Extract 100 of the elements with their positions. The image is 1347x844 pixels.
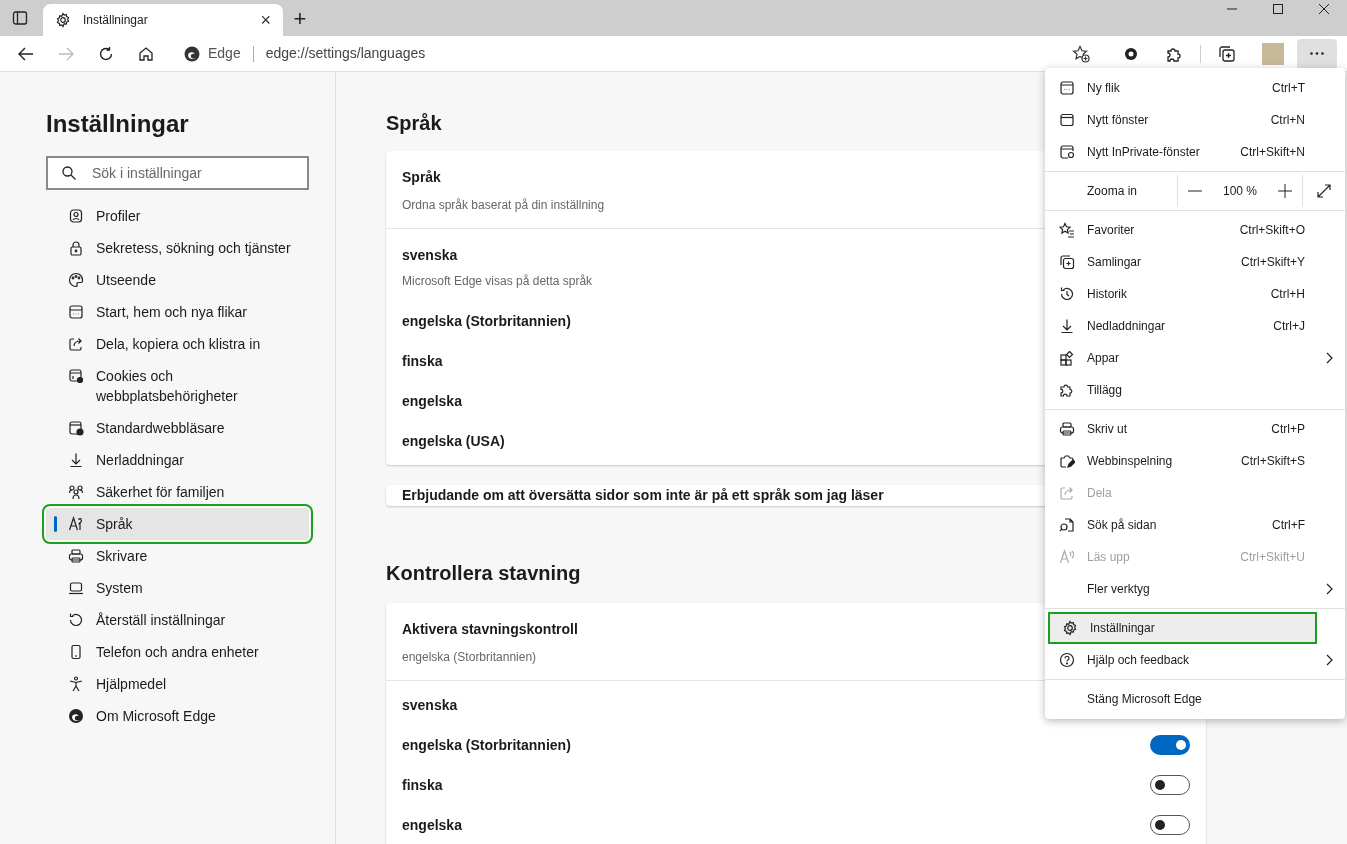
menu-item[interactable]: Sök på sidan Ctrl+F xyxy=(1045,509,1345,541)
browser-check-icon xyxy=(68,420,84,436)
collections-icon xyxy=(1059,254,1075,270)
language-name: engelska (USA) xyxy=(402,431,505,451)
phone-icon xyxy=(68,644,84,660)
url-text: edge://settings/languages xyxy=(265,44,427,63)
sidebar-item[interactable]: Nerladdningar xyxy=(46,444,309,476)
sidebar-item[interactable]: Utseende xyxy=(46,264,309,296)
section-heading: Språk xyxy=(386,111,442,136)
search-field[interactable]: Sök i inställningar xyxy=(46,156,309,190)
download-icon xyxy=(68,452,84,468)
profile-icon xyxy=(68,208,84,224)
menu-item-label: Zooma in xyxy=(1086,183,1139,200)
menu-item[interactable]: Hjälp och feedback xyxy=(1045,644,1345,676)
menu-item[interactable]: Tillägg xyxy=(1045,374,1345,406)
menu-item[interactable]: Nytt InPrivate-fönster Ctrl+Skift+N xyxy=(1045,136,1345,168)
menu-item[interactable]: Ny flik Ctrl+T xyxy=(1045,72,1345,104)
sidebar-item[interactable]: Om Microsoft Edge xyxy=(46,700,309,732)
menu-item[interactable]: Samlingar Ctrl+Skift+Y xyxy=(1045,246,1345,278)
toggle-switch[interactable] xyxy=(1150,775,1190,795)
extension-icon[interactable] xyxy=(1124,46,1138,61)
zoom-level: 100 % xyxy=(1223,183,1257,200)
cookie-settings-icon xyxy=(68,368,84,384)
sidebar-icon[interactable] xyxy=(12,10,28,26)
setting-description: engelska (Storbritannien) xyxy=(402,649,537,666)
menu-item[interactable]: Stäng Microsoft Edge xyxy=(1045,683,1345,715)
language-name: engelska xyxy=(402,391,462,411)
download-icon xyxy=(1059,318,1075,334)
accessibility-icon xyxy=(68,676,84,692)
tab-title: Inställningar xyxy=(83,12,149,29)
sidebar-item[interactable]: Sekretess, sökning och tjänster xyxy=(46,232,309,264)
window-icon xyxy=(68,304,84,320)
menu-item[interactable]: Nedladdningar Ctrl+J xyxy=(1045,310,1345,342)
search-icon xyxy=(62,166,76,180)
sidebar-item[interactable]: Cookies och webbplatsbehörigheter xyxy=(46,360,309,412)
menu-item[interactable]: Nytt fönster Ctrl+N xyxy=(1045,104,1345,136)
sidebar-item[interactable]: Standardwebbläsare xyxy=(46,412,309,444)
menu-item[interactable]: Inställningar xyxy=(1048,612,1317,644)
add-favorite-icon[interactable] xyxy=(1072,44,1090,63)
language-name: svenska xyxy=(402,246,458,265)
menu-item[interactable]: Appar xyxy=(1045,342,1345,374)
home-icon[interactable] xyxy=(138,45,154,62)
zoom-in-icon[interactable] xyxy=(1278,184,1292,198)
sidebar-item[interactable]: Säkerhet för familjen xyxy=(46,476,309,508)
new-tab-icon xyxy=(1059,80,1075,96)
browser-tab[interactable]: Inställningar × xyxy=(43,4,283,36)
language-name: finska xyxy=(402,351,443,371)
refresh-icon[interactable] xyxy=(98,45,114,62)
palette-icon xyxy=(68,272,84,288)
apps-icon xyxy=(1059,350,1075,366)
site-label: Edge xyxy=(208,44,241,63)
help-icon xyxy=(1059,652,1075,668)
collections-icon[interactable] xyxy=(1218,44,1236,63)
language-name: finska xyxy=(402,775,443,795)
private-window-icon xyxy=(1059,144,1075,160)
language-name: engelska (Storbritannien) xyxy=(402,735,571,755)
share-icon xyxy=(1059,485,1075,501)
setting-label: Erbjudande om att översätta sidor som inte är på ett språk som jag läser xyxy=(402,486,884,505)
new-tab-button[interactable]: + xyxy=(283,1,317,35)
language-icon xyxy=(68,516,84,532)
setting-label: Språk xyxy=(402,168,441,187)
menu-item[interactable]: Historik Ctrl+H xyxy=(1045,278,1345,310)
sidebar-item[interactable]: Skrivare xyxy=(46,540,309,572)
edge-logo-icon xyxy=(184,45,200,62)
printer-icon xyxy=(1059,421,1075,437)
close-tab-button[interactable]: × xyxy=(260,11,271,29)
setting-description: Ordna språk baserat på din inställning xyxy=(402,197,605,214)
section-heading: Kontrollera stavning xyxy=(386,561,581,586)
menu-item[interactable]: Fler verktyg xyxy=(1045,573,1345,605)
sidebar-item[interactable]: Start, hem och nya flikar xyxy=(46,296,309,328)
maximize-icon[interactable] xyxy=(1273,4,1283,14)
laptop-icon xyxy=(68,580,84,596)
share-icon xyxy=(68,336,84,352)
setting-label: Aktivera stavningskontroll xyxy=(402,620,578,639)
sidebar-item[interactable]: Återställ inställningar xyxy=(46,604,309,636)
language-name: engelska (Storbritannien) xyxy=(402,311,571,331)
sidebar-item[interactable]: Profiler xyxy=(46,200,309,232)
toggle-switch[interactable] xyxy=(1150,815,1190,835)
sidebar-item[interactable]: Dela, kopiera och klistra in xyxy=(46,328,309,360)
close-icon[interactable] xyxy=(1319,4,1329,14)
menu-item[interactable]: Webbinspelning Ctrl+Skift+S xyxy=(1045,445,1345,477)
find-page-icon xyxy=(1059,517,1075,533)
sidebar-item[interactable]: Hjälpmedel xyxy=(46,668,309,700)
edge-logo-icon xyxy=(68,708,84,724)
window-icon xyxy=(1059,112,1075,128)
fullscreen-icon[interactable] xyxy=(1317,184,1331,198)
toggle-switch[interactable] xyxy=(1150,735,1190,755)
language-name: engelska xyxy=(402,815,462,835)
gear-icon xyxy=(55,12,71,28)
menu-item[interactable]: Favoriter Ctrl+Skift+O xyxy=(1045,214,1345,246)
language-name: svenska xyxy=(402,695,458,715)
sidebar-item[interactable]: Telefon och andra enheter xyxy=(46,636,309,668)
read-aloud-icon xyxy=(1059,549,1075,565)
sidebar-item[interactable]: System xyxy=(46,572,309,604)
printer-icon xyxy=(68,548,84,564)
family-icon xyxy=(68,484,84,500)
back-arrow-icon[interactable] xyxy=(18,46,34,61)
menu-item[interactable]: Skriv ut Ctrl+P xyxy=(1045,413,1345,445)
camera-pen-icon xyxy=(1059,453,1075,469)
lock-icon xyxy=(68,240,84,256)
